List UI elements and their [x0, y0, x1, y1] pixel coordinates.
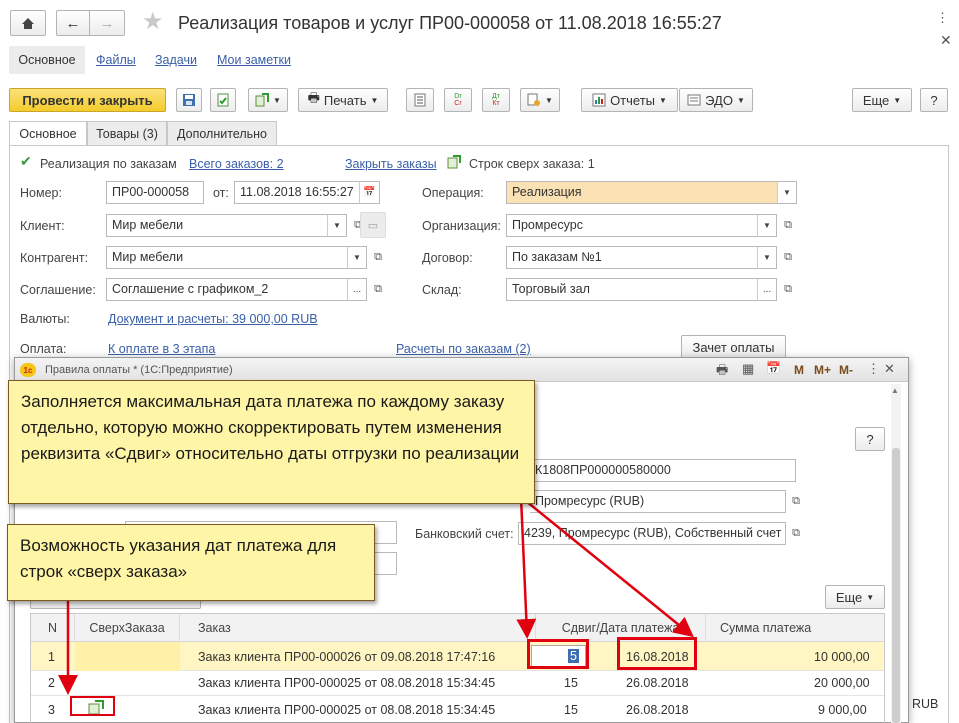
callout-extra-order-dates: Возможность указания дат платежа для стр… — [7, 524, 375, 601]
callout-max-date: Заполняется максимальная дата платежа по… — [8, 380, 535, 504]
annotation-arrows — [58, 496, 694, 695]
